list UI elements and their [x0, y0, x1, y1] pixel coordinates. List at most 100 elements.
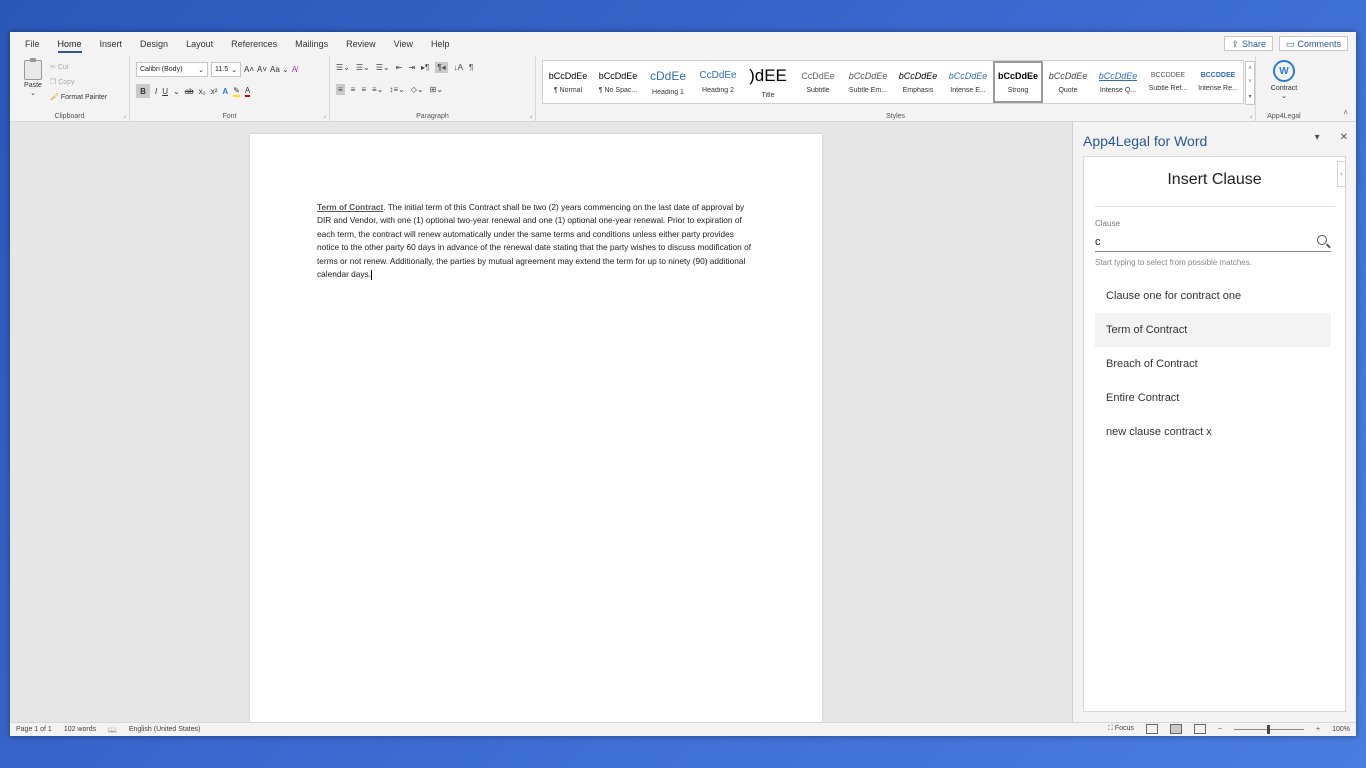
multilevel-list-icon[interactable]: ☰⌄ [376, 63, 390, 72]
tab-review[interactable]: Review [337, 32, 385, 56]
tab-insert[interactable]: Insert [91, 32, 132, 56]
zoom-slider-thumb[interactable] [1267, 724, 1270, 734]
shrink-font-icon[interactable]: A˅ [257, 65, 267, 74]
borders-icon[interactable]: ⊞⌄ [430, 85, 443, 94]
zoom-slider[interactable] [1234, 724, 1304, 734]
zoom-in-icon[interactable]: + [1316, 726, 1320, 733]
bold-icon[interactable]: B [136, 84, 150, 98]
clause-item[interactable]: Clause one for contract one [1095, 279, 1331, 313]
tab-layout[interactable]: Layout [177, 32, 222, 56]
style-subtitle[interactable]: CcDdEe Subtitle [793, 61, 843, 103]
shading-icon[interactable]: ◇⌄ [411, 85, 424, 94]
sort-icon[interactable]: ↓A [454, 63, 463, 72]
style-title[interactable]: )dEE Title [743, 61, 793, 103]
style-subtle-reference[interactable]: BCCDDEE Subtle Ref... [1143, 61, 1193, 103]
comments-button[interactable]: ▭ Comments [1278, 36, 1348, 51]
format-painter-button[interactable]: 🖌 Format Painter [50, 90, 107, 105]
clause-item[interactable]: Term of Contract [1095, 313, 1331, 347]
collapse-ribbon-icon[interactable]: ˄ [1343, 108, 1348, 117]
page-count[interactable]: Page 1 of 1 [16, 726, 52, 733]
zoom-level[interactable]: 100% [1332, 726, 1350, 733]
clause-item[interactable]: Breach of Contract [1095, 347, 1331, 381]
read-mode-icon[interactable] [1145, 724, 1158, 734]
language-indicator[interactable]: English (United States) [129, 726, 201, 733]
style-emphasis[interactable]: bCcDdEe Emphasis [893, 61, 943, 103]
font-color-icon[interactable]: A [244, 86, 251, 97]
numbering-icon[interactable]: ☰⌄ [356, 63, 370, 72]
line-spacing-icon[interactable]: ↕≡⌄ [389, 85, 404, 94]
close-icon[interactable]: ✕ [1340, 132, 1348, 143]
web-layout-icon[interactable] [1193, 724, 1206, 734]
dialog-launcher-icon[interactable]: ⌟ [1249, 112, 1252, 119]
more-icon[interactable]: ▾ [1248, 93, 1251, 100]
italic-icon[interactable]: I [155, 87, 157, 96]
gallery-scroll[interactable]: ˄ ˅ ▾ [1245, 61, 1255, 105]
highlight-icon[interactable]: ✎ [233, 86, 240, 97]
tab-file[interactable]: File [16, 32, 49, 56]
bullets-icon[interactable]: ☰⌄ [336, 63, 350, 72]
justify-icon[interactable]: ≡⌄ [372, 85, 383, 94]
document-paragraph[interactable]: Term of Contract. The initial term of th… [317, 201, 757, 281]
tab-help[interactable]: Help [422, 32, 459, 56]
rtl-icon[interactable]: ¶◂ [435, 62, 448, 73]
dialog-launcher-icon[interactable]: ⌟ [123, 112, 126, 119]
clause-search-input[interactable] [1095, 235, 1295, 248]
dialog-launcher-icon[interactable]: ⌟ [323, 112, 326, 119]
style-intense-quote[interactable]: bCcDdEe Intense Q... [1093, 61, 1143, 103]
align-right-icon[interactable]: ≡ [361, 85, 366, 94]
style-preview: BCCDDEE [1150, 72, 1186, 79]
zoom-out-icon[interactable]: − [1218, 726, 1222, 733]
font-size-select[interactable]: 11.5 ⌄ [211, 62, 241, 77]
clear-formatting-icon[interactable]: A̸ [292, 65, 297, 74]
print-layout-icon[interactable] [1169, 724, 1182, 734]
change-case-button[interactable]: Aa ⌄ [270, 65, 289, 74]
proofing-icon[interactable]: 📖 [108, 726, 117, 734]
style-heading-2[interactable]: CcDdEe Heading 2 [693, 61, 743, 103]
cut-button[interactable]: ✂ Cut [50, 60, 107, 75]
style-intense-reference[interactable]: BCCDDEE Intense Re... [1193, 61, 1243, 103]
share-button[interactable]: ⇪ Share [1224, 36, 1273, 51]
font-family-select[interactable]: Calibri (Body) ⌄ [136, 62, 208, 77]
tab-references[interactable]: References [222, 32, 286, 56]
text-effects-icon[interactable]: A [222, 87, 228, 96]
clause-item[interactable]: Entire Contract [1095, 381, 1331, 415]
copy-button[interactable]: ❐ Copy [50, 75, 107, 90]
underline-icon[interactable]: U [162, 87, 168, 96]
chevron-down-icon[interactable]: ˅ [1248, 79, 1252, 85]
chevron-down-icon[interactable]: ⌄ [173, 87, 180, 96]
tab-view[interactable]: View [385, 32, 422, 56]
word-count[interactable]: 102 words [64, 726, 96, 733]
document-page[interactable]: Term of Contract. The initial term of th… [250, 134, 822, 722]
chevron-left-icon[interactable]: ‹ [1337, 161, 1346, 187]
tab-mailings[interactable]: Mailings [286, 32, 337, 56]
contract-button[interactable]: W Contract ⌄ [1264, 60, 1304, 100]
increase-indent-icon[interactable]: ⇥ [408, 63, 415, 72]
ltr-icon[interactable]: ▸¶ [421, 63, 429, 72]
chevron-up-icon[interactable]: ˄ [1248, 66, 1252, 72]
align-left-icon[interactable]: ≡ [336, 84, 345, 95]
grow-font-icon[interactable]: A˄ [244, 65, 254, 74]
share-label: Share [1241, 38, 1266, 49]
decrease-indent-icon[interactable]: ⇤ [396, 63, 403, 72]
align-center-icon[interactable]: ≡ [351, 85, 356, 94]
dialog-launcher-icon[interactable]: ⌟ [529, 112, 532, 119]
pane-options-icon[interactable]: ▾ [1315, 132, 1320, 143]
style-no-spacing[interactable]: bCcDdEe ¶ No Spac... [593, 61, 643, 103]
style-name: Heading 1 [652, 88, 684, 96]
style-heading-1[interactable]: cDdEe Heading 1 [643, 61, 693, 103]
search-icon[interactable] [1317, 235, 1327, 245]
paste-button[interactable]: Paste ⌄ [18, 58, 48, 97]
subscript-icon[interactable]: x₂ [199, 87, 206, 96]
style-subtle-emphasis[interactable]: bCcDdEe Subtle Em... [843, 61, 893, 103]
pilcrow-icon[interactable]: ¶ [469, 63, 473, 72]
focus-button[interactable]: ⛶ Focus [1108, 725, 1134, 733]
tab-home[interactable]: Home [49, 32, 91, 56]
style-normal[interactable]: bCcDdEe ¶ Normal [543, 61, 593, 103]
style-strong[interactable]: bCcDdEe Strong [993, 61, 1043, 103]
tab-design[interactable]: Design [131, 32, 177, 56]
strikethrough-icon[interactable]: ab [185, 87, 194, 96]
superscript-icon[interactable]: x² [211, 87, 218, 96]
clause-item[interactable]: new clause contract x [1095, 415, 1331, 449]
style-intense-emphasis[interactable]: bCcDdEe Intense E... [943, 61, 993, 103]
style-quote[interactable]: bCcDdEe Quote [1043, 61, 1093, 103]
